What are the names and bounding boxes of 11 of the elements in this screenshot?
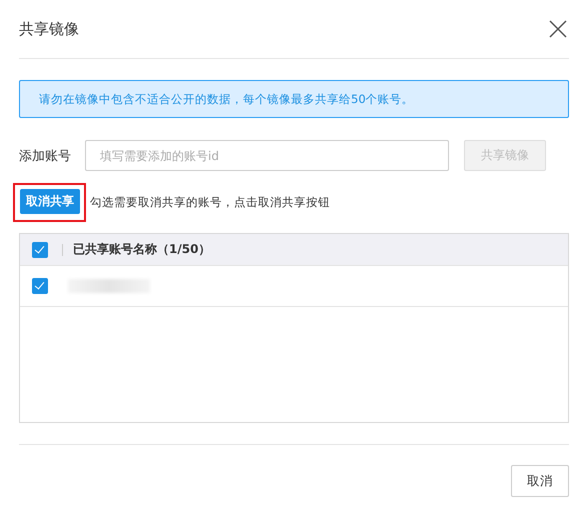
- notice-banner: 请勿在镜像中包含不适合公开的数据，每个镜像最多共享给50个账号。: [19, 80, 569, 118]
- checkbox[interactable]: [32, 278, 48, 294]
- unshare-button[interactable]: 取消共享: [20, 189, 80, 214]
- checkbox[interactable]: [32, 242, 48, 258]
- dialog-title: 共享镜像: [19, 20, 79, 38]
- field-label: 添加账号: [19, 148, 72, 164]
- column-header: 已共享账号名称（1/50）: [73, 241, 210, 258]
- cancel-button[interactable]: 取消: [511, 465, 569, 497]
- hint-text: 勾选需要取消共享的账号，点击取消共享按钮: [90, 195, 330, 210]
- close-icon[interactable]: [549, 20, 567, 38]
- account-id-field[interactable]: 填写需要添加的账号id: [85, 140, 449, 171]
